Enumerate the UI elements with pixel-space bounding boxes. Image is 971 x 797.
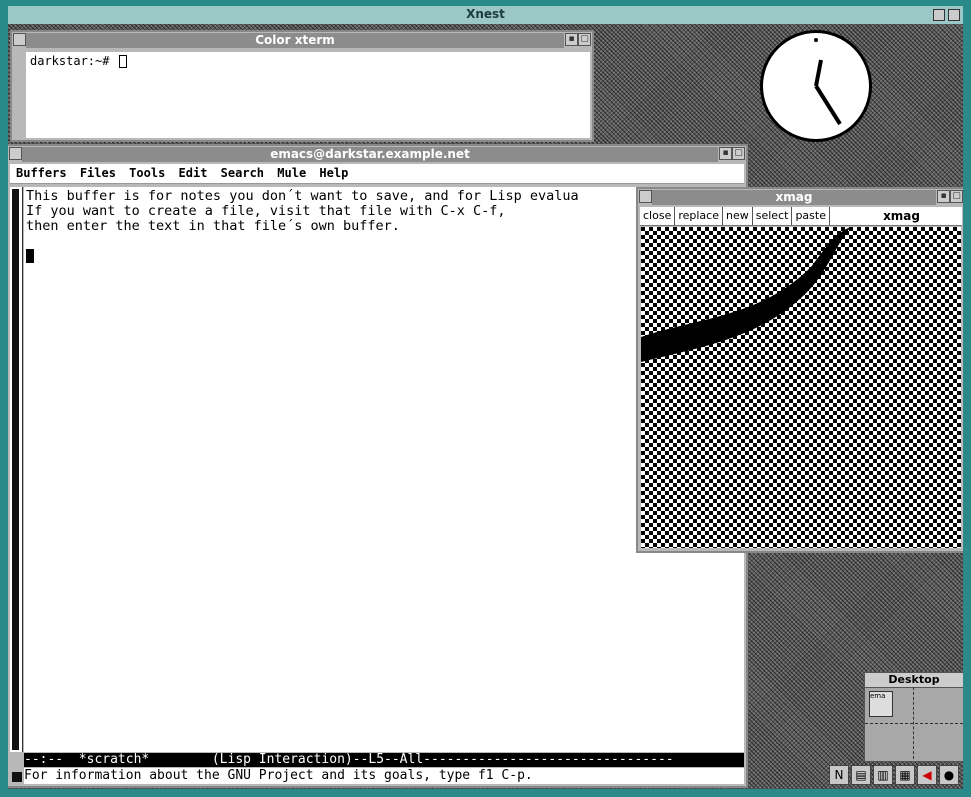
buffer-line: If you want to create a file, visit that… — [26, 203, 506, 219]
xmag-maximize-button[interactable]: ▢ — [950, 190, 963, 203]
xmag-label: xmag — [883, 209, 920, 223]
desktop-pager[interactable]: Desktop ema — [864, 672, 963, 762]
xnest-iconify-button[interactable] — [933, 9, 945, 21]
emacs-title[interactable]: emacs@darkstar.example.net — [22, 147, 718, 162]
monitor-icon[interactable]: ▤ — [851, 765, 871, 785]
xnest-maximize-button[interactable] — [948, 9, 960, 21]
menu-help[interactable]: Help — [319, 164, 348, 183]
emacs-menubar: Buffers Files Tools Edit Search Mule Hel… — [10, 164, 744, 184]
menu-files[interactable]: Files — [80, 164, 116, 183]
xmag-menu-button[interactable] — [639, 190, 652, 203]
xterm-prompt: darkstar:~# — [30, 54, 110, 68]
pager-title: Desktop — [865, 673, 963, 688]
emacs-scrollbar[interactable] — [10, 187, 23, 752]
xnest-window: Xnest Color xterm ▪ ▢ darkstar:~# emacs@… — [0, 0, 971, 797]
red-arrow-icon[interactable]: ◀ — [917, 765, 937, 785]
clock-minute-hand — [814, 84, 842, 126]
xmag-iconify-button[interactable]: ▪ — [937, 190, 950, 203]
xmag-close-button[interactable]: close — [640, 207, 676, 225]
menu-search[interactable]: Search — [221, 164, 264, 183]
clock-face-icon — [814, 38, 842, 126]
emacs-maximize-button[interactable]: ▢ — [732, 147, 745, 160]
echo-area-box-icon — [12, 772, 22, 782]
emacs-menu-button[interactable] — [9, 147, 22, 160]
xterm-window[interactable]: Color xterm ▪ ▢ darkstar:~# — [10, 30, 594, 142]
xterm-menu-button[interactable] — [13, 33, 26, 46]
menu-edit[interactable]: Edit — [179, 164, 208, 183]
menu-buffers[interactable]: Buffers — [16, 164, 67, 183]
xterm-iconify-button[interactable]: ▪ — [565, 33, 578, 46]
buffer-line: This buffer is for notes you don´t want … — [26, 188, 579, 204]
bomb-icon[interactable]: ● — [939, 765, 959, 785]
calculator-icon[interactable]: ▦ — [895, 765, 915, 785]
emacs-echo-area: For information about the GNU Project an… — [24, 768, 744, 784]
xmag-paste-button[interactable]: paste — [792, 207, 830, 225]
desktop-root: Color xterm ▪ ▢ darkstar:~# emacs@darkst… — [8, 24, 963, 789]
emacs-modeline: --:-- *scratch* (Lisp Interaction)--L5--… — [24, 753, 744, 767]
xmag-toolbar: close replace new select paste xmag — [640, 207, 962, 226]
xterm-title[interactable]: Color xterm — [26, 33, 564, 48]
xmag-select-button[interactable]: select — [753, 207, 793, 225]
xmag-new-button[interactable]: new — [723, 207, 753, 225]
xterm-maximize-button[interactable]: ▢ — [578, 33, 591, 46]
dock: N ▤ ▥ ▦ ◀ ● — [829, 765, 959, 787]
magnified-clock-edge-icon — [641, 227, 961, 362]
emacs-iconify-button[interactable]: ▪ — [719, 147, 732, 160]
clock-hour-hand — [814, 59, 823, 87]
emacs-cursor — [26, 249, 34, 263]
xnest-titlebar[interactable]: Xnest — [8, 6, 963, 25]
xclock — [760, 30, 872, 142]
pager-mini-label: ema — [870, 692, 886, 700]
menu-mule[interactable]: Mule — [277, 164, 306, 183]
xmag-replace-button[interactable]: replace — [675, 207, 723, 225]
xterm-terminal[interactable]: darkstar:~# — [26, 52, 590, 138]
terminal-cursor — [118, 55, 127, 68]
xmag-window[interactable]: xmag ▪ ▢ close replace new select paste xmag — [636, 187, 963, 553]
xmag-title[interactable]: xmag — [652, 190, 936, 205]
xmag-magnified-image[interactable] — [641, 227, 961, 548]
buffer-line: then enter the text in that file´s own b… — [26, 218, 400, 234]
xnest-title: Xnest — [466, 7, 505, 21]
menu-tools[interactable]: Tools — [129, 164, 165, 183]
file-cabinet-icon[interactable]: ▥ — [873, 765, 893, 785]
pager-divider — [865, 723, 963, 724]
netscape-icon[interactable]: N — [829, 765, 849, 785]
pager-mini-window[interactable]: ema — [869, 691, 893, 717]
scrollbar-thumb[interactable] — [12, 189, 19, 750]
